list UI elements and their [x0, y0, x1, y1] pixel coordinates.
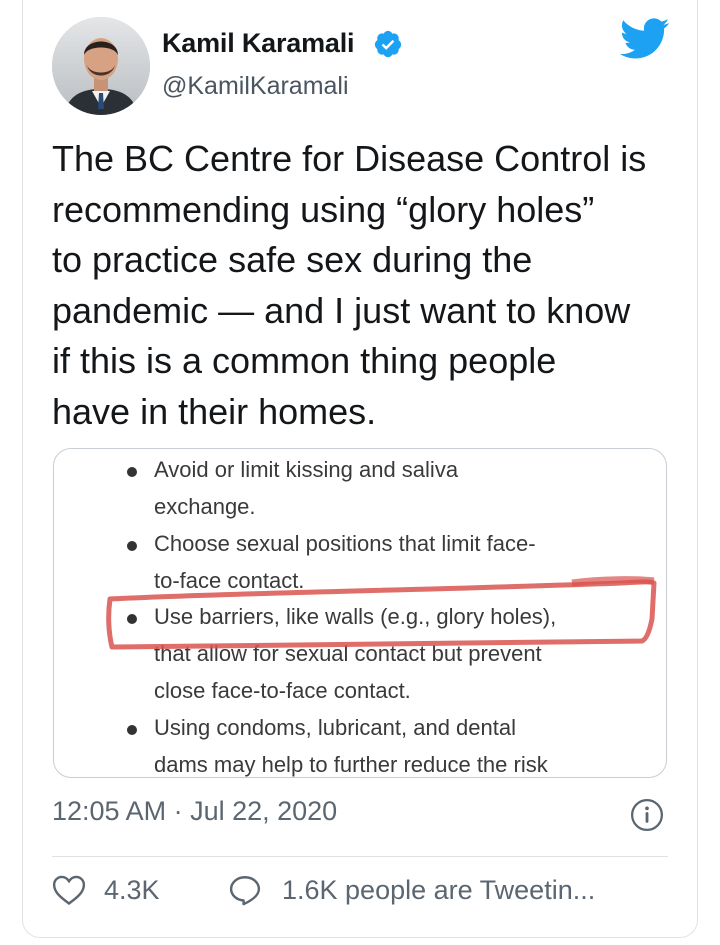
bullet-dot [127, 541, 137, 551]
tweet-text: The BC Centre for Disease Control is rec… [52, 134, 682, 437]
tweet-text-line: recommending using “glory holes” [52, 188, 595, 230]
image-text-line: close face-to-face contact. [154, 678, 411, 703]
verified-badge-icon [374, 30, 402, 58]
twitter-bird-icon[interactable] [620, 18, 670, 60]
author-name[interactable]: Kamil Karamali [162, 28, 354, 59]
tweet-text-line: to practice safe sex during the [52, 239, 533, 280]
like-button[interactable]: 4.3K [52, 874, 160, 906]
red-highlight-box [106, 576, 657, 650]
image-text-line: dams may help to further reduce the risk [154, 752, 548, 777]
tweet-text-line: The BC Centre for Disease Control is [52, 138, 647, 179]
image-text-line: Avoid or limit kissing and saliva [154, 457, 459, 482]
heart-icon [52, 875, 86, 905]
like-count: 4.3K [104, 874, 160, 905]
conversation-button[interactable]: 1.6K people are Tweetin... [228, 874, 595, 906]
conversation-label: 1.6K people are Tweetin... [282, 874, 596, 905]
divider [52, 856, 668, 857]
author-handle[interactable]: @KamilKaramali [162, 72, 349, 101]
comment-bubble-icon [229, 876, 261, 906]
attached-image[interactable]: Avoid or limit kissing and saliva exchan… [53, 448, 667, 778]
info-icon[interactable] [630, 798, 664, 832]
image-text-line: Choose sexual positions that limit face- [154, 531, 536, 556]
tweet-text-line: pandemic — and I just want to know [52, 289, 631, 331]
image-text-line: Using condoms, lubricant, and dental [154, 715, 516, 740]
bullet-dot [127, 725, 137, 735]
tweet-timestamp[interactable]: 12:05 AM · Jul 22, 2020 [52, 796, 337, 827]
tweet-text-line: have in their homes. [52, 390, 377, 432]
avatar[interactable] [52, 17, 150, 115]
image-text-line: exchange. [154, 494, 256, 519]
bullet-dot [127, 467, 137, 477]
tweet-text-line: if this is a common thing people [52, 340, 557, 381]
